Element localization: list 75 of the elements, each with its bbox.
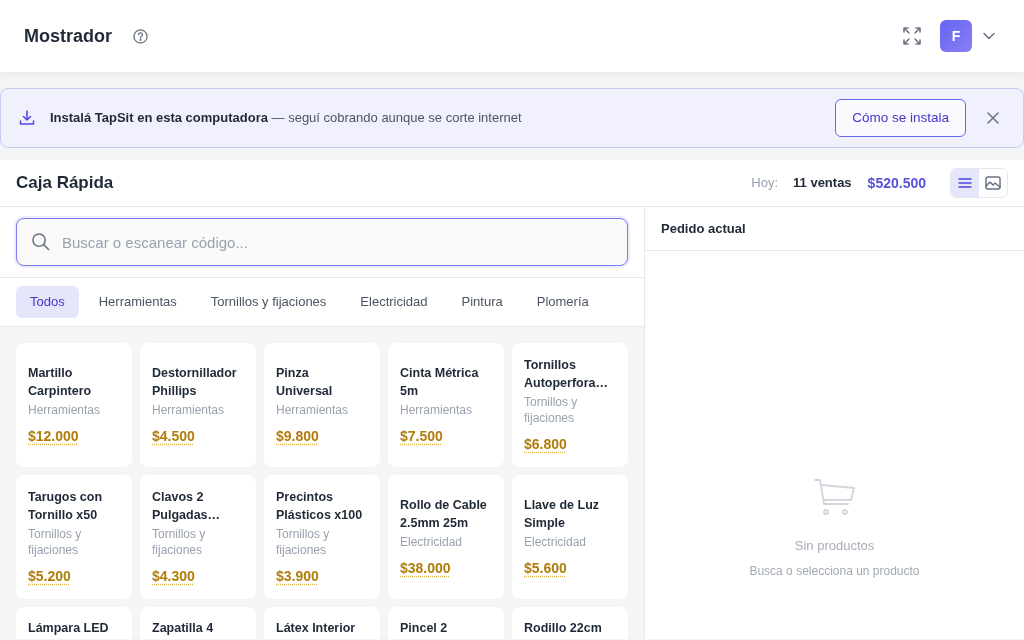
product-name: Lámpara LED xyxy=(28,620,110,637)
product-price: $9.800 xyxy=(276,428,319,444)
product-name: Cinta Métrica 5m xyxy=(400,365,480,400)
product-price: $7.500 xyxy=(400,428,443,444)
product-price: $6.800 xyxy=(524,436,567,452)
product-category: Electricidad xyxy=(400,534,464,550)
product-price: $12.000 xyxy=(28,428,79,444)
sales-total: $520.500 xyxy=(867,173,926,193)
product-card[interactable]: Pinza Universal Herramientas $9.800 xyxy=(264,343,380,467)
list-view-button[interactable] xyxy=(951,169,979,197)
product-price: $5.600 xyxy=(524,560,567,576)
close-icon[interactable] xyxy=(987,112,999,124)
product-card[interactable]: Tornillos Autoperfora… Tornillos y fijaciones $6.800 xyxy=(512,343,628,467)
product-name: Martillo Carpintero xyxy=(28,365,93,400)
product-name: Tarugos con Tornillo x50 xyxy=(28,489,104,524)
product-name: Rollo de Cable 2.5mm 25m xyxy=(400,497,488,532)
product-price: $3.900 xyxy=(276,568,319,584)
user-avatar[interactable]: F xyxy=(940,20,972,52)
product-card[interactable]: Destornillador Phillips Herramientas $4.500 xyxy=(140,343,256,467)
help-icon[interactable] xyxy=(133,28,148,44)
product-card[interactable]: Clavos 2 Pulgadas… Tornillos y fijaciones $4.300 xyxy=(140,475,256,599)
product-card[interactable]: Llave de Luz Simple Electricidad $5.600 xyxy=(512,475,628,599)
register-title: Caja Rápida xyxy=(16,172,114,195)
product-category: Herramientas xyxy=(400,402,474,418)
product-category: Tornillos y fijaciones xyxy=(28,526,83,558)
product-category: Herramientas xyxy=(276,402,350,418)
product-card[interactable]: Cinta Métrica 5m Herramientas $7.500 xyxy=(388,343,504,467)
product-card[interactable]: Tarugos con Tornillo x50 Tornillos y fijaciones $5.200 xyxy=(16,475,132,599)
page-title: Mostrador xyxy=(24,24,112,48)
product-card[interactable]: Pincel 2 xyxy=(388,607,504,639)
category-tab[interactable]: Herramientas xyxy=(84,286,191,318)
install-message: Instalá TapSit en esta computadora — seguí cobrando aunque se corte internet xyxy=(50,109,523,128)
product-name: Látex Interior xyxy=(276,620,357,637)
today-label: Hoy: xyxy=(751,174,779,193)
product-category: Herramientas xyxy=(152,402,226,418)
image-icon xyxy=(984,174,1002,192)
install-guide-button[interactable]: Cómo se instala xyxy=(835,99,966,137)
category-tab[interactable]: Plomería xyxy=(522,286,603,318)
fullscreen-icon[interactable] xyxy=(903,27,921,45)
product-card[interactable]: Martillo Carpintero Herramientas $12.000 xyxy=(16,343,132,467)
category-tab[interactable]: Todos xyxy=(16,286,79,318)
product-card[interactable]: Lámpara LED xyxy=(16,607,132,639)
product-card[interactable]: Rodillo 22cm xyxy=(512,607,628,639)
empty-order-title: Sin productos xyxy=(794,537,875,555)
product-price: $4.300 xyxy=(152,568,195,584)
product-category: Tornillos y fijaciones xyxy=(152,526,207,558)
search-field[interactable]: Buscar o escanear código... xyxy=(16,218,628,266)
product-price: $38.000 xyxy=(400,560,451,576)
product-category: Tornillos y fijaciones xyxy=(276,526,331,558)
download-icon xyxy=(19,110,35,126)
product-card[interactable]: Precintos Plásticos x100 Tornillos y fijaciones $3.900 xyxy=(264,475,380,599)
product-name: Destornillador Phillips xyxy=(152,365,238,400)
product-name: Llave de Luz Simple xyxy=(524,497,601,532)
product-name: Precintos Plásticos x100 xyxy=(276,489,364,524)
category-tab[interactable]: Electricidad xyxy=(346,286,442,318)
category-tab[interactable]: Tornillos y fijaciones xyxy=(196,286,341,318)
product-card[interactable]: Látex Interior xyxy=(264,607,380,639)
product-category: Tornillos y fijaciones xyxy=(524,394,579,426)
product-price: $5.200 xyxy=(28,568,71,584)
product-name: Pincel 2 xyxy=(400,620,449,637)
product-name: Zapatilla 4 xyxy=(152,620,215,637)
product-card[interactable]: Zapatilla 4 xyxy=(140,607,256,639)
product-name: Tornillos Autoperfora… xyxy=(524,357,610,392)
product-category: Electricidad xyxy=(524,534,588,550)
search-icon xyxy=(31,232,50,251)
product-category: Herramientas xyxy=(28,402,102,418)
product-name: Rodillo 22cm xyxy=(524,620,603,637)
order-title: Pedido actual xyxy=(661,219,746,238)
product-price: $4.500 xyxy=(152,428,195,444)
category-tab[interactable]: Pintura xyxy=(447,286,517,318)
sales-count: 11 ventas xyxy=(793,174,852,193)
product-name: Pinza Universal xyxy=(276,365,334,400)
product-name: Clavos 2 Pulgadas… xyxy=(152,489,222,524)
product-card[interactable]: Rollo de Cable 2.5mm 25m Electricidad $38.000 xyxy=(388,475,504,599)
empty-order-hint: Busca o selecciona un producto xyxy=(749,562,920,580)
